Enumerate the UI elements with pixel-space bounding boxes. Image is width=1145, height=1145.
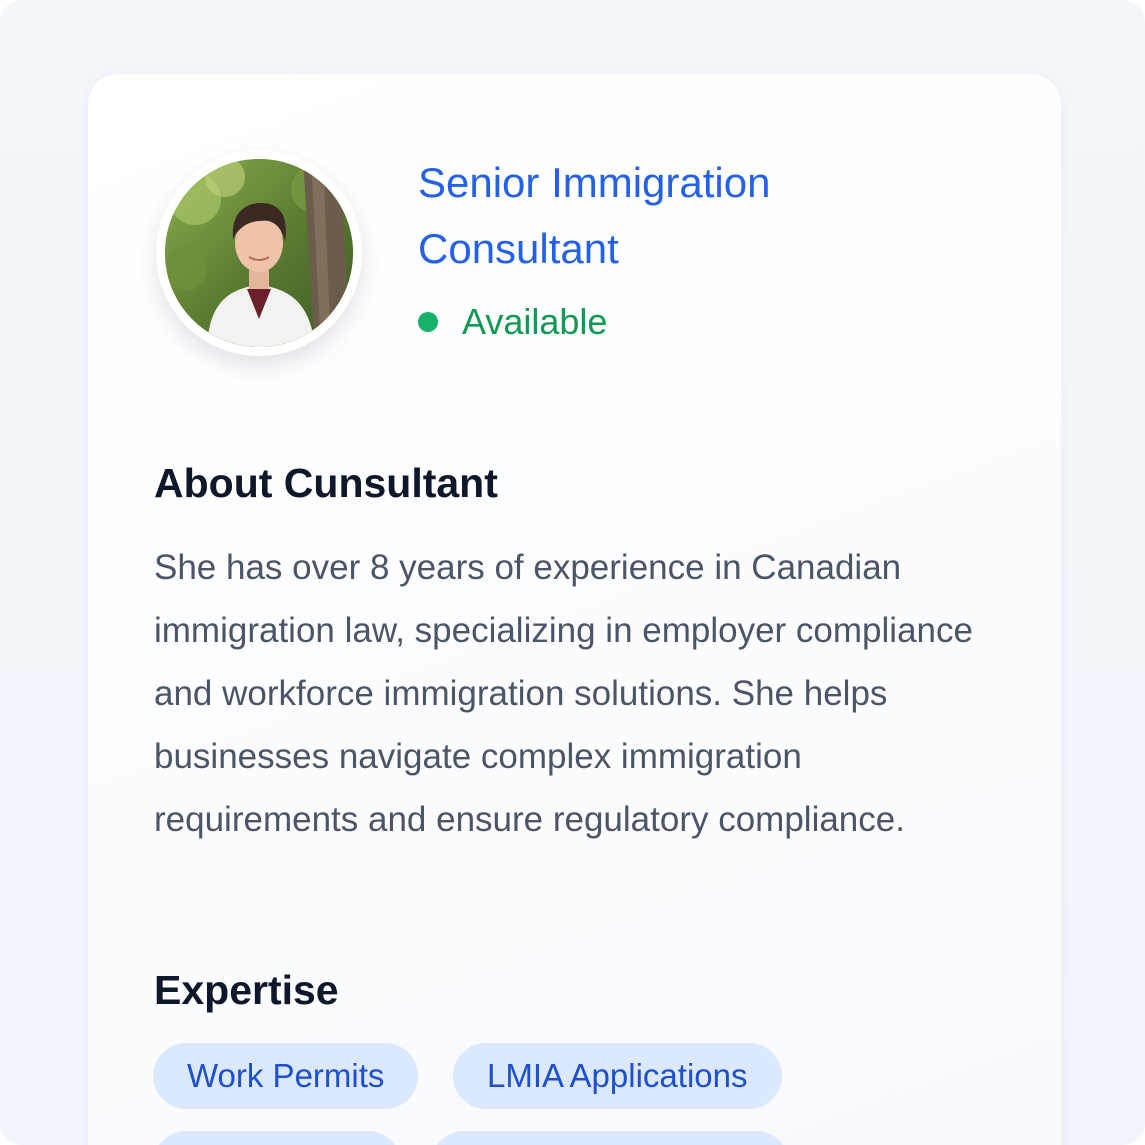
consultant-title: Senior Immigration Consultant xyxy=(418,159,771,272)
status-dot-icon xyxy=(418,312,438,332)
about-text: She has over 8 years of experience in Ca… xyxy=(154,548,973,839)
page-background: Senior Immigration Consultant Available … xyxy=(0,0,1145,1145)
availability-status: Available xyxy=(418,300,607,344)
expertise-heading: Expertise xyxy=(154,967,339,1013)
about-heading: About Cunsultant xyxy=(154,460,498,506)
consultant-card: Senior Immigration Consultant Available … xyxy=(88,74,1061,1145)
avatar xyxy=(156,150,362,356)
expertise-tag-work-permits[interactable]: Work Permits xyxy=(153,1043,419,1109)
consultant-photo-image xyxy=(165,159,353,347)
status-label: Available xyxy=(462,301,608,342)
expertise-tag[interactable] xyxy=(153,1131,401,1145)
consultant-photo xyxy=(165,159,353,347)
expertise-tag-lmia-applications[interactable]: LMIA Applications xyxy=(453,1043,782,1109)
expertise-tag[interactable] xyxy=(431,1131,789,1145)
